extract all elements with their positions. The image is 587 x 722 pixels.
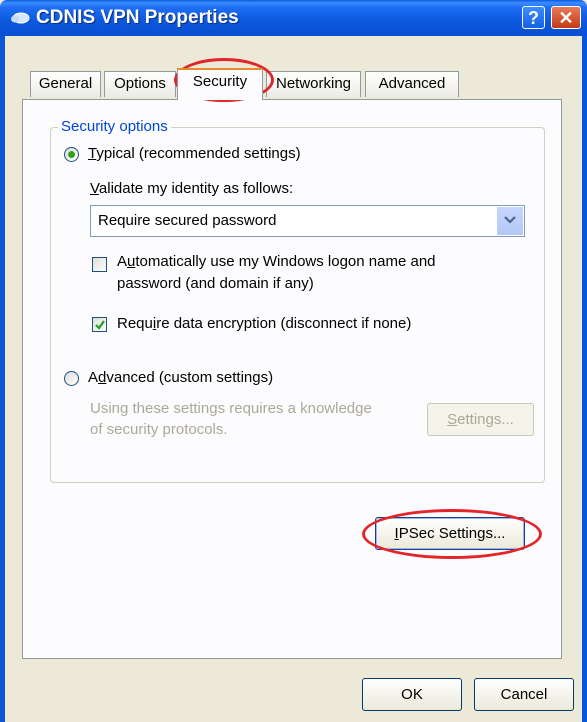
properties-dialog: CDNIS VPN Properties ? ✕ General Options… [0,0,587,722]
typical-radio[interactable] [64,147,79,162]
tab-security[interactable]: Security [177,68,263,100]
security-options-legend: Security options [58,118,171,135]
advanced-radio[interactable] [64,371,79,386]
typical-radio-label[interactable]: Typical (recommended settings) [88,145,301,162]
window-frame-left [0,36,5,722]
ipsec-settings-button[interactable]: IPSec Settings... [375,517,525,550]
auto-logon-label-line2[interactable]: password (and domain if any) [117,275,314,292]
tab-networking[interactable]: Networking [266,71,361,97]
require-encryption-checkbox[interactable] [92,317,107,332]
identity-validation-select[interactable]: Require secured password [90,205,525,237]
title-bar[interactable]: CDNIS VPN Properties ? ✕ [0,0,587,36]
ok-button[interactable]: OK [362,678,462,711]
advanced-note-line2: of security protocols. [90,421,228,438]
radio-selected-dot [68,151,75,158]
checkmark-icon [95,320,105,330]
auto-logon-checkbox[interactable] [92,257,107,272]
advanced-radio-label[interactable]: Advanced (custom settings) [88,369,273,386]
tab-options[interactable]: Options [104,71,176,97]
advanced-note-line1: Using these settings requires a knowledg… [90,400,372,417]
require-encryption-label[interactable]: Require data encryption (disconnect if n… [117,315,411,332]
window-title: CDNIS VPN Properties [36,7,239,28]
validate-identity-label: Validate my identity as follows: [90,180,294,197]
close-button[interactable]: ✕ [551,6,581,29]
tab-advanced[interactable]: Advanced [365,71,459,97]
auto-logon-label[interactable]: Automatically use my Windows logon name … [117,253,436,270]
advanced-settings-button[interactable]: Settings... [427,403,534,436]
close-icon: ✕ [558,8,574,28]
tab-general[interactable]: General [30,71,101,97]
chevron-down-icon [504,216,516,224]
network-connection-icon [11,12,30,24]
window-frame-right [582,36,587,722]
identity-validation-value: Require secured password [98,212,277,229]
dropdown-button[interactable] [497,207,523,235]
cancel-button[interactable]: Cancel [474,678,574,711]
help-button[interactable]: ? [522,6,545,29]
